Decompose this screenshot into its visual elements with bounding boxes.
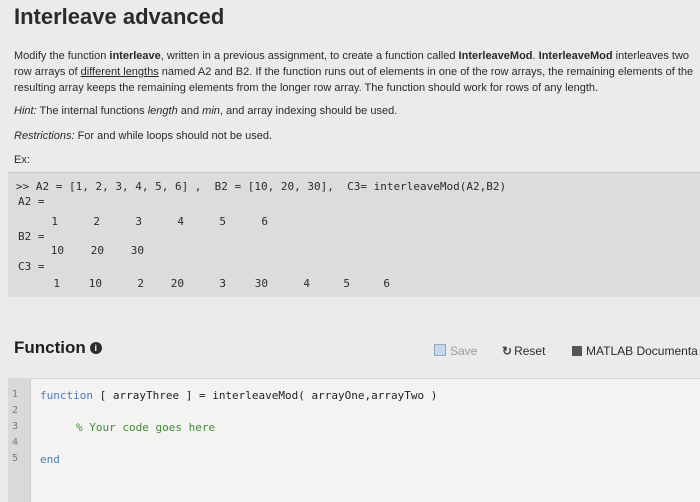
- a2-value: 4: [177, 215, 184, 228]
- hint-text: and: [177, 105, 203, 117]
- c3-value: 10: [88, 277, 102, 290]
- reset-icon: ↻: [502, 344, 513, 358]
- hint-text: The internal functions: [36, 105, 148, 117]
- restrictions-label: Restrictions:: [14, 130, 75, 142]
- description-text: , written in a previous assignment, to c…: [160, 50, 459, 62]
- hint-label: Hint:: [14, 105, 37, 117]
- example-command: >> A2 = [1, 2, 3, 4, 5, 6] , B2 = [10, 2…: [16, 180, 507, 193]
- c3-value: 6: [383, 277, 390, 290]
- example-output: >> A2 = [1, 2, 3, 4, 5, 6] , B2 = [10, 2…: [8, 172, 700, 297]
- different-lengths-text: different lengths: [80, 66, 159, 78]
- save-icon: [434, 344, 446, 356]
- hint-line: Hint: The internal functions length and …: [14, 105, 397, 117]
- function-name-interleave: interleave: [109, 50, 161, 62]
- a2-value: 3: [135, 215, 142, 228]
- restrictions-text: For and while loops should not be used.: [74, 130, 273, 142]
- hint-fn-length: length: [147, 105, 178, 117]
- c3-value: 3: [219, 277, 226, 290]
- function-name-interleavemod: InterleaveMod: [538, 50, 613, 62]
- line-number: 3: [12, 421, 19, 432]
- c3-value: 1: [53, 277, 60, 290]
- code-editor[interactable]: 1 2 3 4 5 function [ arrayThree ] = inte…: [8, 378, 700, 502]
- a2-value: 5: [219, 215, 226, 228]
- c3-label: C3 =: [18, 260, 45, 273]
- matlab-documentation-link[interactable]: MATLAB Documenta: [572, 344, 698, 358]
- matlab-doc-label: MATLAB Documenta: [586, 344, 698, 358]
- c3-value: 2: [137, 277, 144, 290]
- function-name-interleavemod: InterleaveMod: [458, 50, 533, 62]
- a2-value: 2: [93, 215, 100, 228]
- b2-value: 20: [90, 244, 104, 257]
- line-number: 5: [12, 453, 19, 464]
- b2-value: 10: [50, 244, 64, 257]
- code-line-3[interactable]: % Your code goes here: [76, 421, 215, 434]
- restrictions-line: Restrictions: For and while loops should…: [14, 130, 272, 142]
- example-label: Ex:: [14, 154, 30, 166]
- function-heading: Function i: [14, 338, 102, 358]
- save-button[interactable]: Save: [434, 344, 477, 358]
- code-line-5[interactable]: end: [40, 453, 60, 466]
- reset-label: Reset: [514, 344, 546, 358]
- info-icon[interactable]: i: [89, 342, 102, 354]
- matlab-doc-icon: [572, 346, 582, 356]
- a2-label: A2 =: [18, 195, 45, 208]
- a2-value: 6: [261, 215, 268, 228]
- line-number-gutter: 1 2 3 4 5: [8, 379, 31, 502]
- code-keyword: function: [40, 389, 93, 402]
- line-number: 1: [12, 389, 19, 400]
- save-label: Save: [450, 344, 478, 358]
- line-number: 2: [12, 405, 19, 416]
- problem-description: Modify the function interleave, written …: [14, 48, 698, 96]
- reset-button[interactable]: ↻ Reset: [502, 344, 545, 358]
- a2-value: 1: [51, 215, 58, 228]
- code-text: [ arrayThree ] = interleaveMod( arrayOne…: [92, 389, 438, 402]
- c3-value: 30: [254, 277, 268, 290]
- b2-label: B2 =: [18, 230, 45, 243]
- hint-fn-min: min: [202, 105, 220, 117]
- c3-value: 20: [170, 277, 184, 290]
- c3-value: 5: [343, 277, 350, 290]
- line-number: 4: [12, 437, 19, 448]
- b2-value: 30: [130, 244, 144, 257]
- code-line-1[interactable]: function [ arrayThree ] = interleaveMod(…: [40, 389, 437, 402]
- page-title: Interleave advanced: [14, 4, 225, 29]
- description-text: Modify the function: [14, 50, 110, 62]
- function-heading-text: Function: [14, 338, 86, 357]
- hint-text: , and array indexing should be used.: [219, 105, 398, 117]
- c3-value: 4: [303, 277, 310, 290]
